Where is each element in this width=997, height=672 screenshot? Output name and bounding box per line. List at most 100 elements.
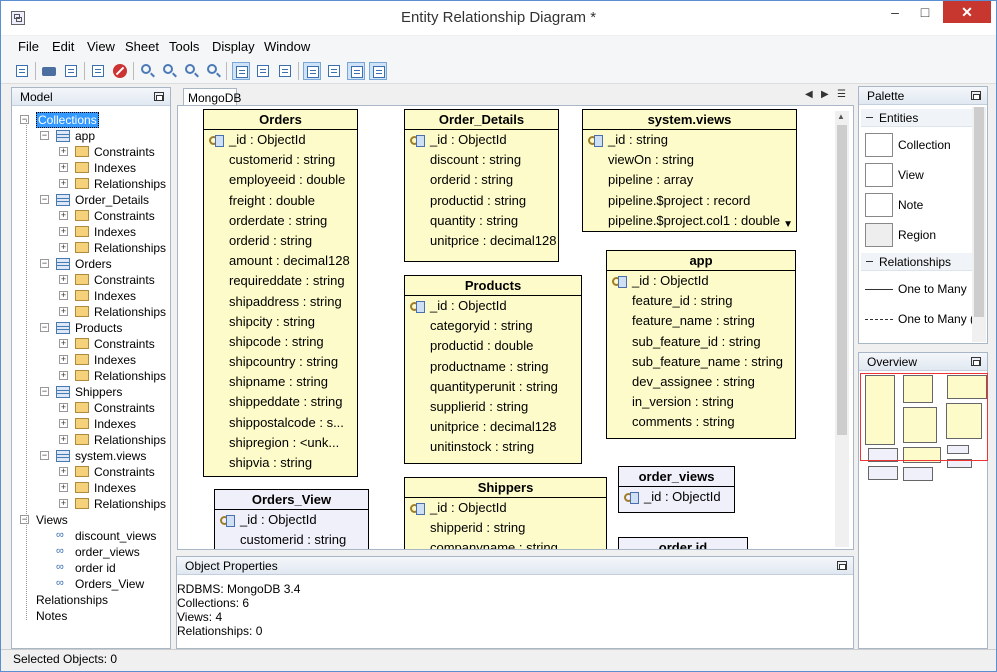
minimize-button[interactable]: – (881, 1, 909, 23)
zoom-actual-button[interactable] (138, 62, 156, 80)
palette-item-one-to-many[interactable]: One to Many (863, 275, 981, 303)
palette-scroll-thumb[interactable] (974, 107, 984, 317)
entity-field[interactable]: viewOn : string (583, 150, 796, 170)
expand-icon[interactable]: − (40, 451, 49, 460)
entity-field[interactable]: sub_feature_name : string (607, 352, 795, 372)
expand-icon[interactable]: − (40, 387, 49, 396)
show-properties-button[interactable] (303, 62, 321, 80)
print-button[interactable] (40, 62, 58, 80)
entity-field[interactable]: in_version : string (607, 392, 795, 412)
show-fields-button[interactable] (254, 62, 272, 80)
expand-icon[interactable]: + (59, 483, 68, 492)
entity-field[interactable]: quantityperunit : string (405, 377, 581, 397)
entity-field[interactable]: pipeline : array (583, 170, 796, 190)
show-model-button[interactable] (232, 62, 250, 80)
scroll-up-icon[interactable]: ▲ (837, 112, 845, 121)
entity-field[interactable]: feature_name : string (607, 311, 795, 331)
entity-field[interactable]: shipregion : <unk... (204, 433, 357, 453)
canvas-vertical-scrollbar[interactable]: ▲ (835, 111, 849, 547)
entity-field[interactable]: _id : ObjectId (607, 271, 795, 291)
entity-field[interactable]: shippostalcode : s... (204, 413, 357, 433)
zoom-in-button[interactable] (160, 62, 178, 80)
entity-field[interactable]: _id : ObjectId (405, 498, 606, 518)
entity-field[interactable]: unitprice : decimal128 (405, 417, 581, 437)
expand-icon[interactable]: + (59, 275, 68, 284)
menu-file[interactable]: File (18, 39, 39, 54)
expand-icon[interactable]: − (40, 259, 49, 268)
show-title-button[interactable] (276, 62, 294, 80)
entity-field[interactable]: shipaddress : string (204, 292, 357, 312)
entity-field[interactable]: companyname : string (405, 538, 606, 549)
palette-item-view[interactable]: View (863, 161, 981, 189)
palette-item-one-to-many-n[interactable]: One to Many (N (863, 305, 981, 333)
entity-field[interactable]: shipname : string (204, 372, 357, 392)
restore-icon[interactable] (971, 91, 981, 100)
entity-field[interactable]: comments : string (607, 412, 795, 432)
entity-field[interactable]: quantity : string (405, 211, 558, 231)
overview-viewport[interactable] (860, 373, 988, 461)
entity-field[interactable]: pipeline.$project : record (583, 191, 796, 211)
palette-group-relationships[interactable]: Relationships (861, 253, 973, 271)
show-palette-button[interactable] (347, 62, 365, 80)
palette-item-note[interactable]: Note (863, 191, 981, 219)
entity-orders-view[interactable]: Orders_View _id : ObjectId customerid : st… (214, 489, 369, 549)
entity-field[interactable]: unitinstock : string (405, 437, 581, 457)
entity-products[interactable]: Products _id : ObjectId categoryid : strin… (404, 275, 582, 464)
entity-field[interactable]: discount : string (405, 150, 558, 170)
expand-icon[interactable]: + (59, 499, 68, 508)
entity-field[interactable]: dev_assignee : string (607, 372, 795, 392)
palette-item-region[interactable]: Region (863, 221, 981, 249)
restore-icon[interactable] (971, 357, 981, 366)
entity-field[interactable]: feature_id : string (607, 291, 795, 311)
more-fields-icon[interactable]: ▼ (783, 219, 793, 230)
menu-sheet[interactable]: Sheet (125, 39, 159, 54)
entity-field[interactable]: _id : string (583, 130, 796, 150)
expand-icon[interactable]: − (40, 195, 49, 204)
menu-edit[interactable]: Edit (52, 39, 74, 54)
menu-display[interactable]: Display (212, 39, 255, 54)
zoom-fit-button[interactable] (204, 62, 222, 80)
expand-icon[interactable]: − (40, 131, 49, 140)
save-button[interactable] (13, 62, 31, 80)
entity-field[interactable]: productname : string (405, 357, 581, 377)
entity-field[interactable]: _id : ObjectId (215, 510, 368, 530)
show-grid-button[interactable] (325, 62, 343, 80)
entity-field[interactable]: _id : ObjectId (204, 130, 357, 150)
tab-mongodb[interactable]: MongoDB (183, 88, 241, 106)
properties-button[interactable] (89, 62, 107, 80)
entity-field[interactable]: pipeline.$project.col1 : double (583, 211, 796, 231)
expand-icon[interactable]: + (59, 467, 68, 476)
expand-icon[interactable]: + (59, 211, 68, 220)
entity-field[interactable]: requireddate : string (204, 271, 357, 291)
entity-field[interactable]: _id : ObjectId (619, 487, 734, 507)
entity-field[interactable]: customerid : string (204, 150, 357, 170)
expand-icon[interactable]: − (20, 115, 29, 124)
entity-field[interactable]: unitprice : decimal128 (405, 231, 558, 251)
page-setup-button[interactable] (62, 62, 80, 80)
scroll-thumb[interactable] (837, 125, 847, 435)
entity-field[interactable]: sub_feature_id : string (607, 332, 795, 352)
expand-icon[interactable]: + (59, 403, 68, 412)
expand-icon[interactable]: + (59, 355, 68, 364)
delete-button[interactable] (111, 62, 129, 80)
tab-next-icon[interactable]: ▶ (821, 89, 829, 100)
entity-field[interactable]: shipvia : string (204, 453, 357, 473)
entity-field[interactable]: orderid : string (405, 170, 558, 190)
entity-app[interactable]: app _id : ObjectId feature_id : string feat… (606, 250, 796, 439)
expand-icon[interactable]: + (59, 179, 68, 188)
expand-icon[interactable]: + (59, 227, 68, 236)
entity-field[interactable]: orderid : string (204, 231, 357, 251)
restore-icon[interactable] (837, 561, 847, 570)
expand-icon[interactable]: + (59, 243, 68, 252)
expand-icon[interactable]: + (59, 147, 68, 156)
entity-field[interactable]: _id : ObjectId (405, 130, 558, 150)
entity-order-id[interactable]: order id (618, 537, 748, 549)
entity-field[interactable]: shipcity : string (204, 312, 357, 332)
entity-order-details[interactable]: Order_Details _id : ObjectId discount : st… (404, 109, 559, 262)
expand-icon[interactable]: − (40, 323, 49, 332)
entity-order-views[interactable]: order_views _id : ObjectId (618, 466, 735, 513)
menu-window[interactable]: Window (264, 39, 310, 54)
expand-icon[interactable]: + (59, 435, 68, 444)
entity-field[interactable]: productid : string (405, 191, 558, 211)
expand-icon[interactable]: + (59, 371, 68, 380)
